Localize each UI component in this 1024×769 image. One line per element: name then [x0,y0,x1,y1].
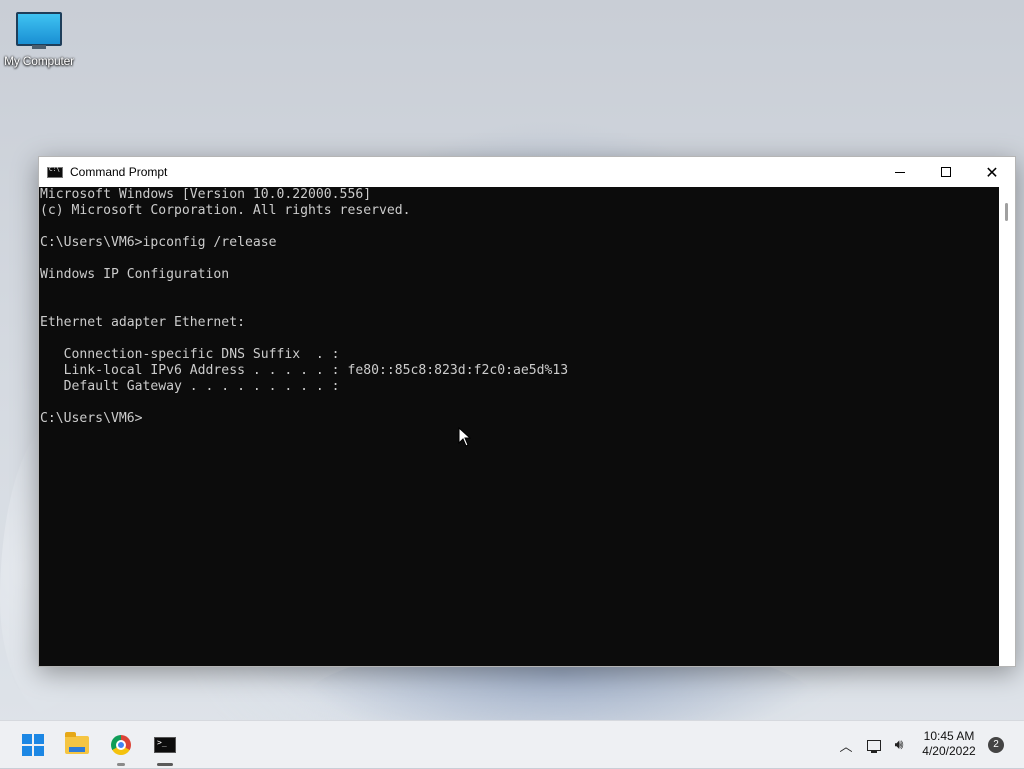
desktop-icon-my-computer[interactable]: My Computer [0,10,78,68]
title-bar[interactable]: Command Prompt ✕ [39,157,1015,187]
console-line: Ethernet adapter Ethernet: [40,315,245,330]
terminal-icon [154,737,176,753]
console-line: Link-local IPv6 Address . . . . . : fe80… [40,363,569,378]
console-output[interactable]: Microsoft Windows [Version 10.0.22000.55… [39,187,999,666]
console-line: Windows IP Configuration [40,267,230,282]
desktop-icon-label: My Computer [4,54,74,68]
active-indicator [157,763,173,766]
vertical-scrollbar[interactable] [999,187,1015,666]
console-line: Connection-specific DNS Suffix . : [40,347,340,362]
speaker-icon: 🔊︎ [894,737,904,753]
window-title: Command Prompt [70,165,168,179]
window-controls: ✕ [877,157,1015,187]
taskbar-file-explorer[interactable] [61,729,93,761]
console-prompt-line[interactable]: C:\Users\VM6> [39,411,999,427]
clock-date: 4/20/2022 [922,744,976,758]
console-line: Default Gateway . . . . . . . . . : [40,379,340,394]
network-button[interactable] [864,721,884,769]
console-line: (c) Microsoft Corporation. All rights re… [40,203,411,218]
show-hidden-icons-button[interactable]: ︿ [838,721,854,769]
terminal-app-icon[interactable] [47,166,63,178]
console-line: C:\Users\VM6>ipconfig /release [40,235,277,250]
command-prompt-window[interactable]: Command Prompt ✕ Microsoft Windows [Vers… [38,156,1016,667]
console-line: Microsoft Windows [Version 10.0.22000.55… [40,187,372,202]
maximize-icon [941,167,951,177]
minimize-button[interactable] [877,157,923,187]
close-button[interactable]: ✕ [969,157,1015,187]
folder-icon [65,732,89,754]
taskbar-chrome[interactable] [105,729,137,761]
clock-time: 10:45 AM [923,729,975,743]
close-icon: ✕ [985,162,999,182]
monitor-icon [16,12,62,49]
chevron-up-icon: ︿ [839,739,853,755]
start-button[interactable] [17,729,49,761]
network-icon [867,739,881,753]
windows-start-icon [22,734,44,756]
scrollbar-thumb[interactable] [1005,203,1008,221]
running-indicator [117,763,125,766]
mouse-cursor-icon [458,427,472,447]
volume-button[interactable]: 🔊︎ [888,721,910,769]
notification-badge[interactable]: 2 [988,737,1004,753]
taskbar: ︿ 🔊︎ 10:45 AM 4/20/2022 2 [0,720,1024,768]
chrome-icon [111,735,131,755]
minimize-icon [895,171,905,173]
taskbar-command-prompt[interactable] [149,729,181,761]
clock[interactable]: 10:45 AM 4/20/2022 [914,729,984,759]
maximize-button[interactable] [923,157,969,187]
